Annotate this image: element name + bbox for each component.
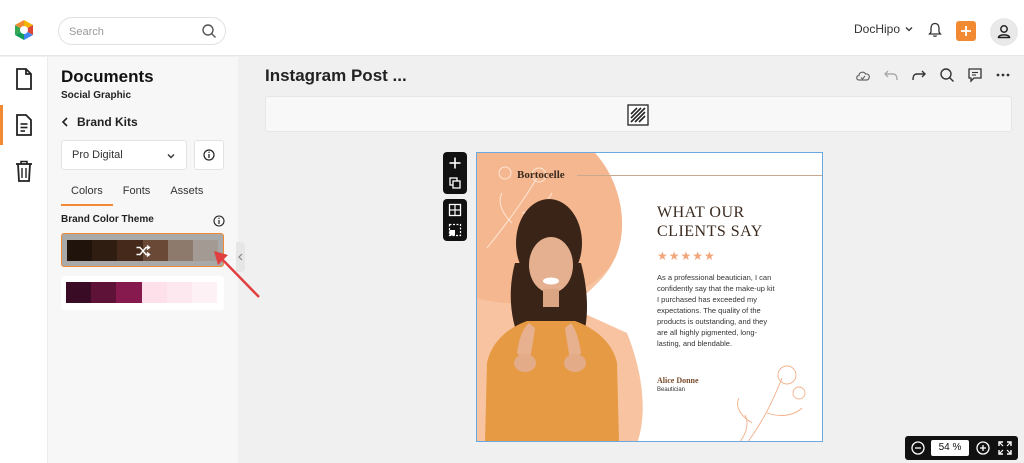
color-swatch[interactable]: [67, 240, 93, 261]
search-box[interactable]: [58, 17, 226, 45]
icon-rail: [0, 57, 48, 463]
back-to-brand-kits-button[interactable]: Brand Kits: [61, 115, 138, 129]
canvas-brand[interactable]: Bortocelle: [517, 169, 565, 181]
chevron-left-icon: [61, 117, 68, 127]
document-title[interactable]: Instagram Post ...: [265, 66, 407, 86]
workspace-toolbar: [854, 66, 1012, 84]
texture-icon[interactable]: [627, 104, 649, 126]
top-bar: DocHipo: [0, 0, 1024, 56]
author-role[interactable]: Beautician: [657, 387, 685, 393]
brand-kit-selected: Pro Digital: [72, 149, 123, 161]
shuffle-icon[interactable]: [135, 243, 151, 259]
avatar[interactable]: [990, 18, 1018, 46]
page-tools: [443, 152, 467, 246]
color-strip: [66, 282, 218, 303]
search-icon[interactable]: [201, 23, 217, 39]
plus-icon: [961, 26, 971, 36]
canvas-heading[interactable]: WHAT OUR CLIENTS SAY: [657, 203, 807, 241]
fit-to-screen-icon[interactable]: [997, 440, 1013, 456]
color-swatch[interactable]: [91, 282, 117, 303]
trash-icon: [16, 160, 32, 182]
redo-icon[interactable]: [910, 66, 928, 84]
brand-kit-info-button[interactable]: [194, 140, 224, 170]
testimonial-quote[interactable]: As a professional beautician, I can conf…: [657, 272, 777, 349]
panel-subtitle: Social Graphic: [61, 90, 132, 101]
layout-tools-group: [443, 199, 467, 241]
annotation-arrow-icon: [214, 251, 260, 298]
user-icon: [997, 25, 1011, 39]
tab-assets[interactable]: Assets: [160, 183, 213, 206]
zoom-in-icon[interactable]: [975, 440, 991, 456]
add-page-icon[interactable]: [448, 156, 462, 170]
chevron-down-icon: [167, 154, 175, 159]
tab-colors[interactable]: Colors: [61, 183, 113, 206]
bell-icon[interactable]: [926, 21, 944, 39]
search-input[interactable]: [69, 24, 195, 40]
account-menu[interactable]: DocHipo: [854, 22, 914, 36]
grid-icon[interactable]: [448, 203, 462, 217]
canvas-heading-line1: WHAT OUR: [657, 204, 745, 221]
page-tools-group: [443, 152, 467, 194]
cloud-sync-icon[interactable]: [854, 66, 872, 84]
color-swatch[interactable]: [166, 282, 192, 303]
resize-icon[interactable]: [448, 223, 462, 237]
color-theme-card[interactable]: [61, 276, 224, 310]
search-icon[interactable]: [938, 66, 956, 84]
rating-stars[interactable]: ★★★★★: [657, 249, 716, 263]
comment-icon[interactable]: [966, 66, 984, 84]
zoom-out-icon[interactable]: [910, 440, 926, 456]
rail-item-doc-list[interactable]: [0, 103, 48, 147]
app-logo-icon[interactable]: [12, 18, 36, 42]
zoom-unit: %: [952, 442, 962, 453]
zoom-control: 54 %: [905, 436, 1018, 460]
rail-item-trash[interactable]: [0, 149, 48, 193]
author-name[interactable]: Alice Donne: [657, 376, 699, 385]
panel-title: Documents: [61, 67, 154, 86]
doc-list-icon: [16, 114, 32, 136]
more-options-icon[interactable]: [994, 66, 1012, 84]
info-icon: [203, 149, 215, 161]
canvas-heading-line2: CLIENTS SAY: [657, 223, 763, 240]
tab-fonts[interactable]: Fonts: [113, 183, 161, 206]
back-label: Brand Kits: [77, 115, 138, 129]
color-theme-card[interactable]: [61, 233, 224, 267]
undo-icon[interactable]: [882, 66, 900, 84]
color-swatch[interactable]: [66, 282, 92, 303]
duplicate-page-icon[interactable]: [448, 176, 462, 190]
design-canvas[interactable]: Bortocelle WHAT OUR CLIENTS SAY ★★★★★ As…: [476, 152, 823, 442]
chevron-down-icon: [905, 27, 913, 32]
rail-item-documents[interactable]: [0, 57, 48, 101]
brand-kit-select[interactable]: Pro Digital: [61, 140, 187, 170]
zoom-value: 54: [938, 442, 950, 453]
account-name: DocHipo: [854, 22, 901, 36]
zoom-level[interactable]: 54 %: [931, 440, 969, 456]
color-swatch[interactable]: [92, 240, 118, 261]
color-swatch[interactable]: [167, 240, 193, 261]
context-toolbar: [265, 96, 1012, 132]
panel-tabs: Colors Fonts Assets: [61, 183, 213, 206]
brand-color-theme-label: Brand Color Theme: [61, 214, 154, 225]
create-new-button[interactable]: [956, 21, 976, 41]
document-icon: [16, 68, 32, 90]
info-icon[interactable]: [213, 215, 225, 227]
color-swatch[interactable]: [141, 282, 167, 303]
color-swatch[interactable]: [116, 282, 142, 303]
brand-divider: [577, 175, 822, 176]
